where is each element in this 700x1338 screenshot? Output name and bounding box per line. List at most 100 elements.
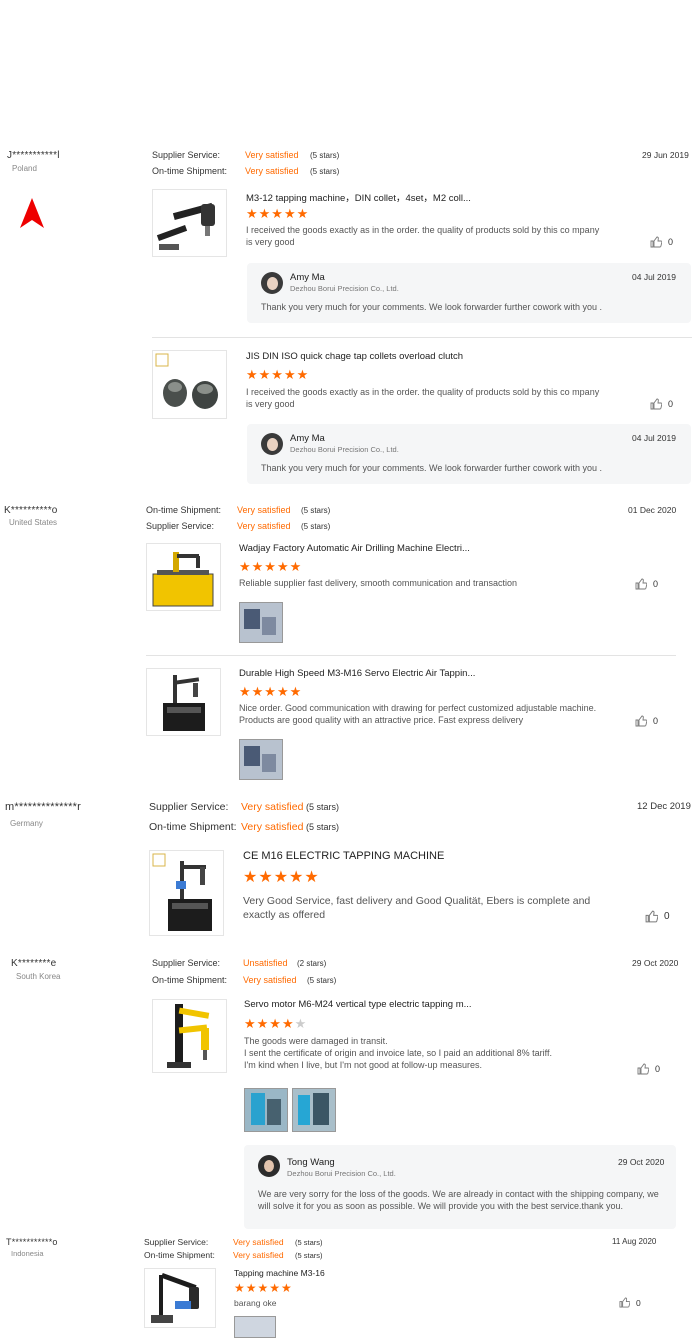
review-date: 29 Oct 2020 [632, 958, 679, 968]
product-title[interactable]: Servo motor M6-M24 vertical type electri… [244, 999, 472, 1010]
buyer-country: Indonesia [11, 1249, 44, 1258]
review-date: 12 Dec 2019 [637, 801, 691, 812]
buyer-country: Poland [12, 164, 37, 173]
rating-value: Unsatisfied [243, 958, 288, 968]
product-thumbnail[interactable] [144, 1268, 216, 1328]
divider [152, 337, 692, 338]
like-button[interactable]: 0 [645, 910, 670, 923]
thumbs-up-icon [650, 236, 662, 248]
review-photo[interactable] [239, 739, 283, 780]
star-rating: ★★★★★ [243, 869, 320, 886]
review-text: Reliable supplier fast delivery, smooth … [239, 578, 517, 588]
photo-image [240, 603, 282, 642]
reply-name: Amy Ma [290, 272, 325, 283]
rating-value: Very satisfied [233, 1250, 284, 1260]
tap-collet-image [153, 351, 226, 418]
rating-value: Very satisfied [241, 801, 304, 813]
like-count: 0 [655, 1064, 661, 1074]
star-rating: ★★★★★ [234, 1281, 293, 1295]
rating-label: Supplier Service: [149, 801, 229, 813]
reply-name: Tong Wang [287, 1157, 335, 1168]
like-button[interactable]: 0 [650, 236, 673, 248]
rating-label: Supplier Service: [152, 958, 221, 968]
rating-stars-count: (5 stars) [301, 506, 331, 515]
rating-value: Very satisfied [245, 166, 299, 176]
product-thumbnail[interactable] [152, 999, 227, 1073]
product-thumbnail[interactable] [152, 189, 227, 257]
like-button[interactable]: 0 [637, 1063, 660, 1075]
rating-label: On-time Shipment: [146, 505, 222, 515]
like-button[interactable]: 0 [635, 715, 658, 727]
reply-name: Amy Ma [290, 433, 325, 444]
divider [146, 655, 676, 656]
rating-value: Very satisfied [237, 521, 291, 531]
thumbs-up-icon [619, 1297, 630, 1308]
rating-stars-count: (5 stars) [295, 1238, 323, 1247]
product-title[interactable]: Tapping machine M3-16 [234, 1268, 325, 1278]
product-title[interactable]: CE M16 ELECTRIC TAPPING MACHINE [243, 850, 444, 862]
rating-stars-count: (5 stars) [307, 976, 337, 985]
buyer-name: K********e [11, 958, 57, 969]
rating-stars-count: (5 stars) [306, 822, 340, 832]
buyer-country: United States [9, 518, 58, 527]
tapping-machine-image [147, 669, 220, 735]
product-title[interactable]: JIS DIN ISO quick chage tap collets over… [246, 351, 463, 362]
red-arrow-icon [20, 198, 44, 228]
rating-stars-count: (2 stars) [297, 959, 327, 968]
rating-stars-count: (5 stars) [295, 1251, 323, 1260]
rating-label: On-time Shipment: [152, 166, 228, 176]
review-photo[interactable] [244, 1088, 288, 1132]
photo-image [293, 1089, 335, 1131]
buyer-country: Germany [10, 819, 43, 828]
review-date: 01 Dec 2020 [628, 505, 677, 515]
like-count: 0 [668, 237, 674, 247]
like-button[interactable]: 0 [650, 398, 673, 410]
supplier-reply: Tong Wang Dezhou Borui Precision Co., Lt… [244, 1145, 676, 1229]
thumbs-up-icon [635, 715, 647, 727]
like-button[interactable]: 0 [635, 578, 658, 590]
reply-text: Thank you very much for your comments. W… [261, 302, 602, 312]
review-text: I received the goods exactly as in the o… [246, 225, 600, 247]
buyer-name: m**************r [5, 801, 81, 813]
like-count: 0 [653, 716, 659, 726]
rating-label: Supplier Service: [144, 1237, 209, 1247]
rating-label: On-time Shipment: [144, 1250, 215, 1260]
rating-value: Very satisfied [245, 150, 299, 160]
review-date: 11 Aug 2020 [612, 1237, 657, 1246]
reply-text: We are very sorry for the loss of the go… [258, 1189, 659, 1211]
review-photo[interactable] [292, 1088, 336, 1132]
thumbs-up-icon [645, 910, 658, 923]
rating-value: Very satisfied [241, 821, 304, 833]
review-photo[interactable] [239, 602, 283, 643]
like-button[interactable]: 0 [619, 1297, 641, 1308]
reply-date: 04 Jul 2019 [632, 272, 676, 282]
star-rating: ★★★★★ [246, 367, 310, 382]
reply-company: Dezhou Borui Precision Co., Ltd. [290, 284, 399, 293]
product-thumbnail[interactable] [152, 350, 227, 419]
star-rating: ★★★★★ [239, 684, 303, 699]
supplier-reply: Amy Ma Dezhou Borui Precision Co., Ltd. … [247, 424, 691, 484]
product-title[interactable]: M3-12 tapping machine，DIN collet，4set，M2… [246, 190, 471, 204]
servo-tapping-machine-image [153, 1000, 226, 1072]
rating-value: Very satisfied [243, 975, 297, 985]
drilling-machine-image [147, 544, 220, 610]
review-text: The goods were damaged in transit. I sen… [244, 1036, 553, 1070]
product-thumbnail[interactable] [146, 668, 221, 736]
product-thumbnail[interactable] [146, 543, 221, 611]
review-text: Nice order. Good communication with draw… [239, 703, 597, 725]
rating-value: Very satisfied [233, 1237, 284, 1247]
product-title[interactable]: Durable High Speed M3-M16 Servo Electric… [239, 668, 475, 679]
like-count: 0 [636, 1297, 641, 1308]
tapping-machine-image [153, 190, 226, 256]
product-title[interactable]: Wadjay Factory Automatic Air Drilling Ma… [239, 543, 470, 554]
supplier-reply: Amy Ma Dezhou Borui Precision Co., Ltd. … [247, 263, 691, 323]
supplier-avatar [261, 272, 283, 294]
like-count: 0 [664, 911, 670, 922]
rating-label: On-time Shipment: [152, 975, 228, 985]
review-photo[interactable] [234, 1316, 276, 1338]
thumbs-up-icon [650, 398, 662, 410]
supplier-avatar [258, 1155, 280, 1177]
rating-stars-count: (5 stars) [306, 802, 340, 812]
product-thumbnail[interactable] [149, 850, 224, 936]
buyer-country: South Korea [16, 972, 61, 981]
